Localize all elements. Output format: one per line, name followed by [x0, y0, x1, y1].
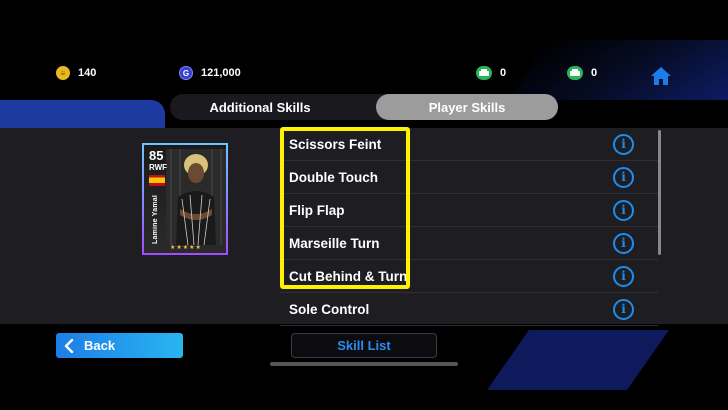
info-icon[interactable]: i	[613, 298, 634, 320]
player-name: Lamine Yamal	[152, 195, 159, 244]
background-stripe	[510, 40, 728, 100]
list-item[interactable]: Scissors Feint i	[280, 128, 658, 161]
list-item[interactable]: Marseille Turn i	[280, 227, 658, 260]
skill-list: Scissors Feint i Double Touch i Flip Fla…	[280, 128, 658, 326]
gp-icon: G	[179, 66, 193, 80]
player-stars: ★★★★★	[170, 245, 202, 251]
player-position: RWF	[149, 163, 168, 172]
home-icon[interactable]	[650, 66, 672, 86]
skill-label: Sole Control	[289, 301, 370, 317]
spain-flag-icon	[149, 175, 165, 186]
skill-label: Cut Behind & Turn	[289, 268, 408, 284]
skill-label: Double Touch	[289, 169, 378, 185]
info-icon[interactable]: i	[613, 199, 634, 221]
skill-label: Scissors Feint	[289, 136, 382, 152]
tab-player-skills[interactable]: Player Skills	[376, 94, 558, 120]
scrollbar[interactable]	[658, 130, 661, 255]
info-icon[interactable]: i	[613, 133, 634, 155]
player-rating: 85	[149, 148, 164, 163]
background-stripe	[486, 330, 670, 390]
player-card[interactable]: 85 RWF Lamine Yamal ★★★★★	[142, 143, 228, 255]
ticket-a-count: 0	[500, 67, 507, 79]
ticket-icon	[567, 66, 583, 80]
ecoin-icon: ≡	[56, 66, 70, 80]
list-item[interactable]: Double Touch i	[280, 161, 658, 194]
ticket-icon	[476, 66, 492, 80]
ecoin-balance: ≡ 140	[56, 66, 96, 80]
back-label: Back	[84, 338, 116, 353]
back-button[interactable]: Back	[56, 333, 183, 358]
gp-count: 121,000	[201, 67, 241, 79]
background-stripe	[0, 100, 165, 130]
skills-screen: ≡ 140 G 121,000 0 0 Additional Skills Pl…	[0, 0, 728, 410]
skill-label: Flip Flap	[289, 202, 345, 218]
ecoin-count: 140	[78, 67, 97, 79]
gp-balance: G 121,000	[179, 66, 241, 80]
player-photo	[166, 149, 226, 245]
skill-tabs: Additional Skills Player Skills	[170, 94, 558, 120]
skill-list-button[interactable]: Skill List	[291, 333, 437, 358]
info-icon[interactable]: i	[613, 232, 634, 254]
skill-label: Marseille Turn	[289, 235, 380, 251]
ticket-b-count: 0	[591, 67, 598, 79]
tab-additional-skills[interactable]: Additional Skills	[170, 94, 350, 120]
list-item[interactable]: Sole Control i	[280, 293, 658, 326]
info-icon[interactable]: i	[613, 265, 634, 287]
home-indicator[interactable]	[270, 362, 458, 366]
list-item[interactable]: Cut Behind & Turn i	[280, 260, 658, 293]
list-item[interactable]: Flip Flap i	[280, 194, 658, 227]
ticket-b-balance: 0	[567, 66, 597, 80]
info-icon[interactable]: i	[613, 166, 634, 188]
chevron-left-icon	[64, 338, 74, 353]
ticket-a-balance: 0	[476, 66, 506, 80]
